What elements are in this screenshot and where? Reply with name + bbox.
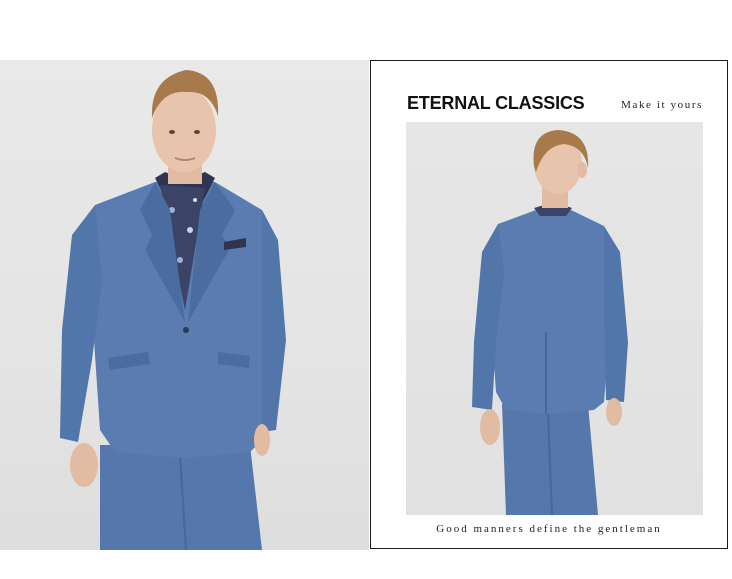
tagline: Make it yours xyxy=(621,99,703,111)
footer-slogan: Good manners define the gentleman xyxy=(436,523,662,535)
model-back-photo xyxy=(406,122,703,515)
model-back-illustration xyxy=(472,130,628,515)
headline: ETERNAL CLASSICS xyxy=(407,93,585,113)
model-front-illustration xyxy=(60,70,286,550)
model-front-photo xyxy=(0,60,369,550)
campaign-panel: ETERNAL CLASSICS Make it yours Good mann… xyxy=(370,60,728,549)
